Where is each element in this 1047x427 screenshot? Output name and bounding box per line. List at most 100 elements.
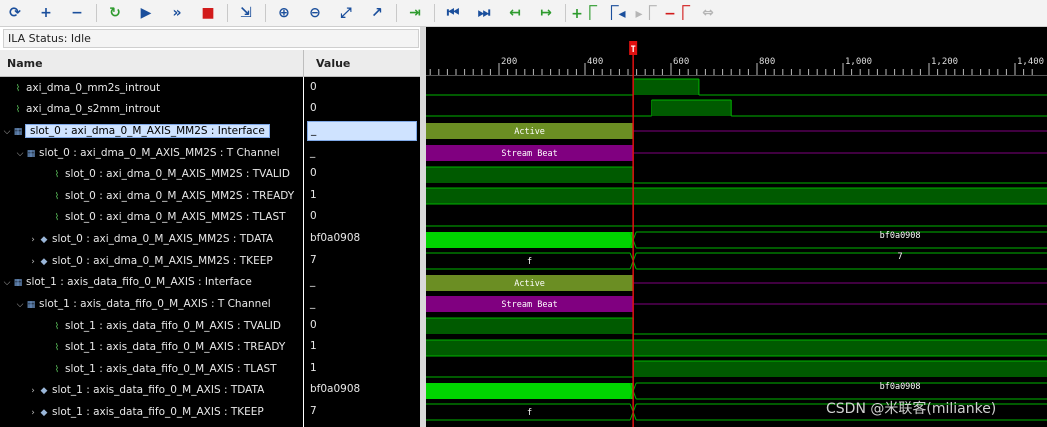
slot0-tkeep-wave-before-label: f	[527, 257, 532, 267]
slot1-tdata-wave-after-label: bf0a0908	[880, 382, 921, 392]
interface-icon: ▦	[26, 300, 36, 310]
signal-value: 0	[310, 167, 317, 179]
refresh-icon[interactable]: ⟳	[3, 2, 27, 24]
signal-row[interactable]: ⌵ ▦ slot_1 : axis_data_fifo_0_M_AXIS : Int…	[2, 272, 252, 293]
go-to-end-icon[interactable]: ⏭	[472, 2, 496, 24]
slot0-tchannel-wave-label: Stream Beat	[501, 149, 557, 159]
signal-row[interactable]: ⌇ slot_0 : axi_dma_0_M_AXIS_MM2S : TLAST	[41, 207, 286, 228]
waveform-viewer[interactable]: 200 400 600 800 1,000 1,200 1,400 Active Stream …	[426, 27, 1047, 427]
bus-signal-icon: ◆	[40, 257, 48, 267]
toolbar-separator	[434, 4, 435, 22]
column-divider[interactable]	[303, 50, 304, 76]
bit-signal-icon: ⌇	[54, 170, 60, 180]
add-icon[interactable]: +	[34, 2, 58, 24]
export-icon[interactable]: ⇲	[234, 2, 258, 24]
signal-name: slot_1 : axis_data_fifo_0_M_AXIS : TKEEP	[52, 406, 264, 418]
slot0-tvalid-wave-fill	[426, 167, 634, 183]
zoom-fit-icon[interactable]: ⤢	[334, 2, 358, 24]
toolbar-separator	[96, 4, 97, 22]
signal-name: slot_0 : axi_dma_0_M_AXIS_MM2S : TKEEP	[52, 255, 273, 267]
signal-value[interactable]: _	[307, 121, 417, 141]
signal-row[interactable]: ⌇ slot_0 : axi_dma_0_M_AXIS_MM2S : TVALID	[41, 164, 290, 185]
next-transition-icon[interactable]: ↦	[534, 2, 558, 24]
signal-row[interactable]: ⌇ slot_1 : axis_data_fifo_0_M_AXIS : TREA…	[41, 337, 286, 358]
slot1-tchannel-wave-label: Stream Beat	[501, 300, 557, 310]
add-marker-icon[interactable]: +⎾	[571, 2, 597, 24]
signal-value: _	[310, 275, 316, 287]
expand-toggle-icon[interactable]: ›	[28, 230, 38, 251]
cursor-icon[interactable]: ↗	[365, 2, 389, 24]
next-marker-icon[interactable]: ▸⎾	[634, 2, 658, 24]
slot0-tkeep-wave-after-label: 7	[898, 252, 903, 262]
previous-transition-icon[interactable]: ↤	[503, 2, 527, 24]
run-trigger-icon[interactable]: ▶	[134, 2, 158, 24]
expand-toggle-icon[interactable]: ⌵	[2, 122, 12, 143]
bit-signal-icon: ⌇	[54, 322, 60, 332]
expand-toggle-icon[interactable]: ›	[28, 381, 38, 402]
bus-signal-icon: ◆	[40, 235, 48, 245]
go-to-start-icon[interactable]: ⏮	[441, 2, 465, 24]
signal-row[interactable]: ⌵ ▦ slot_0 : axi_dma_0_M_AXIS_MM2S : Inter…	[2, 121, 270, 143]
slot1-tdata-wave-before	[426, 383, 634, 399]
signal-name: slot_1 : axis_data_fifo_0_M_AXIS : TVALI…	[65, 320, 281, 332]
signal-name: axi_dma_0_s2mm_introut	[26, 103, 161, 115]
stop-icon[interactable]: ■	[196, 2, 220, 24]
signal-row[interactable]: ⌇ slot_1 : axis_data_fifo_0_M_AXIS : TLAS…	[41, 359, 277, 380]
zoom-in-icon[interactable]: ⊕	[272, 2, 296, 24]
signal-value-list: 0 0 _ _ 0 1 0 bf0a0908 7 _ _ 0 1 1 bf0a0908 7	[304, 77, 420, 427]
toolbar-separator	[396, 4, 397, 22]
signal-name: slot_0 : axi_dma_0_M_AXIS_MM2S : T Chann…	[39, 147, 280, 159]
slot1-tvalid-wave-fill	[426, 318, 634, 334]
signal-row[interactable]: ⌇ axi_dma_0_mm2s_introut	[2, 78, 160, 99]
bit-signal-icon: ⌇	[54, 192, 60, 202]
delete-marker-icon[interactable]: −⎾	[664, 2, 690, 24]
signal-value: bf0a0908	[310, 383, 361, 395]
previous-marker-icon[interactable]: ⎾◂	[603, 2, 627, 24]
signal-row[interactable]: ⌇ slot_1 : axis_data_fifo_0_M_AXIS : TVAL…	[41, 316, 281, 337]
name-column-header[interactable]: Name	[7, 57, 43, 70]
value-column-header[interactable]: Value	[316, 57, 350, 70]
signal-value: _	[310, 146, 316, 158]
toolbar-separator	[565, 4, 566, 22]
signal-row[interactable]: ⌇ slot_0 : axi_dma_0_M_AXIS_MM2S : TREADY	[41, 186, 294, 207]
signal-value: 7	[310, 405, 317, 417]
interface-icon: ▦	[26, 149, 36, 159]
remove-icon[interactable]: −	[65, 2, 89, 24]
slot0-tdata-wave-after-label: bf0a0908	[880, 231, 921, 241]
signal-row[interactable]: › ◆ slot_0 : axi_dma_0_M_AXIS_MM2S : TKEEP	[28, 251, 273, 273]
interface-icon: ▦	[13, 127, 23, 137]
signal-name: slot_0 : axi_dma_0_M_AXIS_MM2S : TREADY	[65, 190, 295, 202]
run-continuous-icon[interactable]: »	[165, 2, 189, 24]
expand-toggle-icon[interactable]: ⌵	[15, 295, 25, 316]
signal-row[interactable]: › ◆ slot_1 : axis_data_fifo_0_M_AXIS : TKE…	[28, 402, 264, 423]
swap-icon[interactable]: ⇔	[696, 2, 720, 24]
s2mm-introut-wave-fill	[651, 100, 732, 116]
toolbar-separator	[265, 4, 266, 22]
expand-toggle-icon[interactable]: ›	[28, 252, 38, 273]
signal-name: slot_0 : axi_dma_0_M_AXIS_MM2S : TLAST	[65, 211, 286, 223]
signal-row[interactable]: ⌵ ▦ slot_1 : axis_data_fifo_0_M_AXIS : T C…	[15, 294, 271, 315]
go-to-cursor-icon[interactable]: ⇥	[403, 2, 427, 24]
signal-name: slot_0 : axi_dma_0_M_AXIS_MM2S : Interfa…	[25, 124, 270, 138]
zoom-out-icon[interactable]: ⊖	[303, 2, 327, 24]
bus-signal-icon: ◆	[40, 386, 48, 396]
ruler-label: 1,200	[931, 57, 958, 67]
expand-toggle-icon[interactable]: ›	[28, 403, 38, 424]
signal-list-header: Name Value	[0, 50, 420, 77]
signal-value: 0	[310, 319, 317, 331]
expand-toggle-icon[interactable]: ⌵	[15, 144, 25, 165]
slot1-tready-wave-fill	[426, 340, 1047, 356]
ruler-label: 1,400	[1017, 57, 1044, 67]
signal-row[interactable]: › ◆ slot_0 : axi_dma_0_M_AXIS_MM2S : TDATA	[28, 229, 273, 250]
waveform-canvas[interactable]: 200 400 600 800 1,000 1,200 1,400 Active Stream …	[426, 27, 1047, 427]
signal-value: 0	[310, 210, 317, 222]
run-trigger-immediate-icon[interactable]: ↻	[103, 2, 127, 24]
signal-row[interactable]: ⌵ ▦ slot_0 : axi_dma_0_M_AXIS_MM2S : T Cha…	[15, 143, 280, 164]
signal-value: 1	[310, 362, 317, 374]
expand-toggle-icon[interactable]: ⌵	[2, 273, 12, 294]
ruler-label: 400	[587, 57, 603, 67]
signal-row[interactable]: ⌇ axi_dma_0_s2mm_introut	[2, 99, 160, 120]
ila-status: ILA Status: Idle	[3, 29, 419, 48]
slot0-interface-wave-label: Active	[514, 127, 545, 137]
signal-row[interactable]: › ◆ slot_1 : axis_data_fifo_0_M_AXIS : TDA…	[28, 380, 264, 401]
